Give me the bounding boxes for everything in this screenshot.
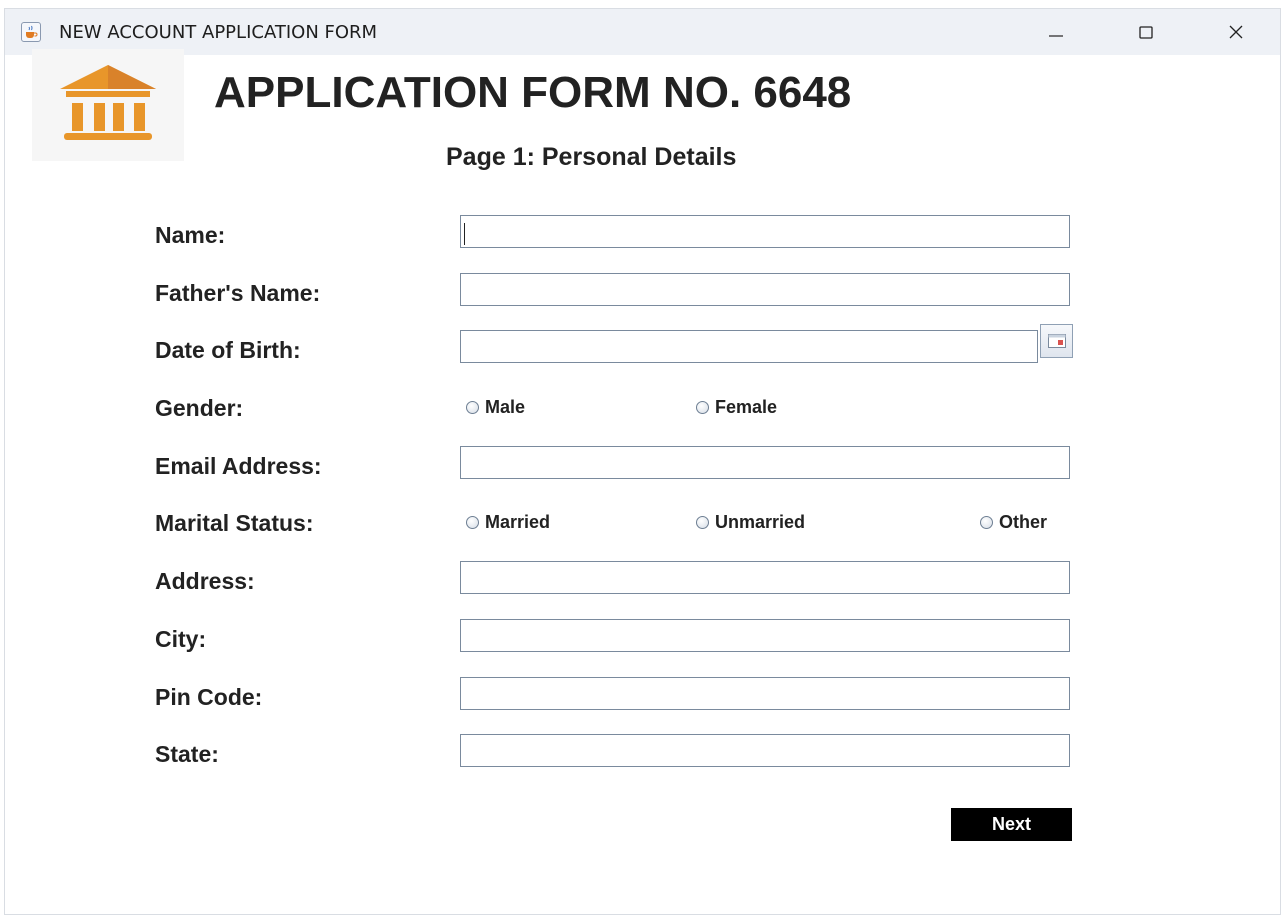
radio-label: Female [715, 397, 778, 417]
gender-label: Gender: [155, 395, 244, 421]
close-icon [1229, 25, 1243, 39]
maximize-button[interactable] [1123, 17, 1169, 47]
radio-button-icon [466, 401, 479, 414]
bank-logo [32, 49, 184, 161]
pin-code-field[interactable] [460, 677, 1070, 710]
minimize-icon [1049, 35, 1063, 37]
marital-other-radio[interactable]: Other [980, 512, 1047, 533]
father-name-label: Father's Name: [155, 280, 321, 306]
text-cursor [464, 223, 465, 245]
radio-button-icon [696, 516, 709, 529]
city-field[interactable] [460, 619, 1070, 652]
radio-button-icon [696, 401, 709, 414]
marital-married-radio[interactable]: Married [466, 512, 550, 533]
radio-label: Other [999, 512, 1048, 532]
date-picker-button[interactable] [1040, 324, 1073, 358]
gender-female-radio[interactable]: Female [696, 397, 777, 418]
maximize-icon [1139, 26, 1153, 39]
address-label: Address: [155, 568, 255, 594]
page-subtitle: Page 1: Personal Details [446, 143, 737, 171]
email-field[interactable] [460, 446, 1070, 479]
page-title: APPLICATION FORM NO. 6648 [214, 68, 852, 117]
radio-label: Married [485, 512, 551, 532]
name-label: Name: [155, 222, 226, 248]
email-label: Email Address: [155, 453, 322, 479]
dob-label: Date of Birth: [155, 337, 301, 363]
state-label: State: [155, 741, 219, 767]
next-button[interactable]: Next [951, 808, 1072, 841]
radio-button-icon [980, 516, 993, 529]
dob-field[interactable] [460, 330, 1038, 363]
father-name-field[interactable] [460, 273, 1070, 306]
pin-code-label: Pin Code: [155, 684, 263, 710]
window-title: NEW ACCOUNT APPLICATION FORM [59, 22, 378, 43]
address-field[interactable] [460, 561, 1070, 594]
gender-male-radio[interactable]: Male [466, 397, 525, 418]
close-button[interactable] [1213, 17, 1259, 47]
bank-building-icon [60, 65, 156, 140]
radio-label: Male [485, 397, 526, 417]
marital-status-label: Marital Status: [155, 510, 314, 536]
minimize-button[interactable] [1033, 17, 1079, 47]
state-field[interactable] [460, 734, 1070, 767]
marital-unmarried-radio[interactable]: Unmarried [696, 512, 805, 533]
radio-label: Unmarried [715, 512, 806, 532]
city-label: City: [155, 626, 207, 652]
java-cup-icon [21, 22, 41, 42]
radio-button-icon [466, 516, 479, 529]
calendar-icon [1048, 334, 1066, 348]
title-bar[interactable]: NEW ACCOUNT APPLICATION FORM [5, 9, 1280, 55]
name-field[interactable] [460, 215, 1070, 248]
